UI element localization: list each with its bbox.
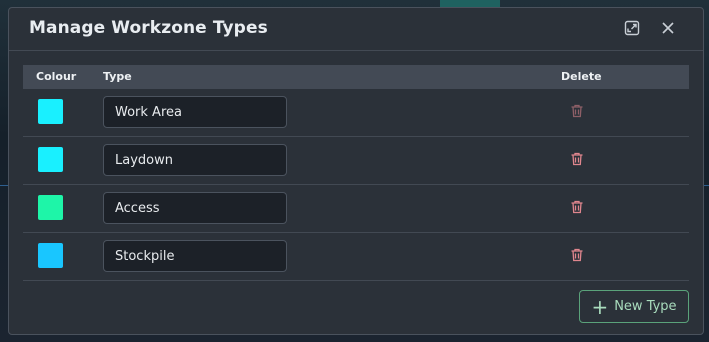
- expand-icon[interactable]: [623, 19, 641, 37]
- type-name-input[interactable]: [103, 240, 287, 272]
- type-name-input[interactable]: [103, 144, 287, 176]
- manage-workzone-types-dialog: Manage Workzone Types Colour Type Delete: [8, 7, 704, 335]
- table-row: [23, 233, 689, 281]
- dialog-header: Manage Workzone Types: [9, 8, 703, 51]
- table-row: [23, 89, 689, 137]
- table-row: [23, 185, 689, 233]
- type-column-header: Type: [103, 70, 132, 83]
- table-row: [23, 137, 689, 185]
- dialog-title: Manage Workzone Types: [29, 18, 268, 38]
- type-name-input[interactable]: [103, 192, 287, 224]
- trash-icon[interactable]: [569, 247, 585, 263]
- trash-icon[interactable]: [569, 199, 585, 215]
- colour-swatch[interactable]: [38, 99, 63, 124]
- new-type-label: New Type: [614, 299, 677, 314]
- colour-swatch[interactable]: [38, 195, 63, 220]
- plus-icon: +: [591, 294, 609, 319]
- trash-icon[interactable]: [569, 151, 585, 167]
- delete-column-header: Delete: [561, 70, 602, 83]
- trash-icon[interactable]: [569, 103, 585, 119]
- close-icon[interactable]: [659, 19, 677, 37]
- colour-column-header: Colour: [36, 70, 77, 83]
- table-header-row: Colour Type Delete: [23, 65, 689, 89]
- type-name-input[interactable]: [103, 96, 287, 128]
- colour-swatch[interactable]: [38, 243, 63, 268]
- workzone-types-table: Colour Type Delete: [23, 65, 689, 281]
- new-type-button[interactable]: + New Type: [579, 290, 689, 323]
- colour-swatch[interactable]: [38, 147, 63, 172]
